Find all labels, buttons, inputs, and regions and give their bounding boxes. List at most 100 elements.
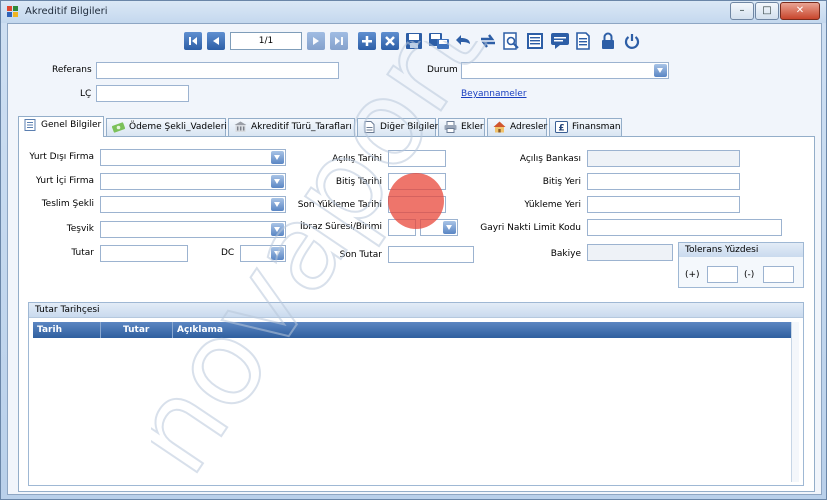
tab-label: Akreditif Türü_Tarafları — [251, 122, 352, 132]
printer-icon — [444, 121, 457, 133]
tutar-tarihcesi-grid: Tutar Tarihçesi Tarih Tutar Açıklama — [28, 302, 804, 486]
building-icon — [234, 121, 247, 132]
comments-icon[interactable] — [550, 32, 570, 50]
acilis-bankasi-label: Açılış Bankası — [519, 154, 581, 164]
last-record-button[interactable] — [330, 32, 348, 50]
tutar-label: Tutar — [71, 248, 94, 258]
page-icon — [364, 121, 375, 133]
document-icon — [24, 119, 36, 131]
grid-vertical-scrollbar[interactable] — [791, 322, 799, 482]
refresh-icon[interactable] — [479, 32, 497, 50]
close-button[interactable]: ✕ — [780, 2, 820, 20]
title-bar[interactable]: Akreditif Bilgileri – □ ✕ — [1, 1, 826, 23]
add-button[interactable] — [358, 32, 376, 50]
tab-label: Finansman — [572, 122, 621, 132]
tab-label: Ekler — [461, 122, 484, 132]
tolerans-minus-input[interactable] — [763, 266, 794, 283]
tab-diger-bilgiler[interactable]: Diğer Bilgiler — [357, 118, 439, 136]
record-pager-input[interactable]: 1/1 — [230, 32, 302, 50]
tab-odeme-sekli-vadeleri[interactable]: Ödeme Şekli_Vadeleri — [106, 118, 227, 136]
pound-icon: £ — [555, 121, 568, 133]
tab-label: Genel Bilgiler — [41, 120, 102, 130]
son-tutar-label: Son Tutar — [339, 250, 382, 260]
save-as-icon[interactable] — [428, 32, 450, 50]
tutar-tarihcesi-title: Tutar Tarihçesi — [29, 303, 803, 318]
tesvik-select[interactable] — [100, 221, 286, 238]
first-record-icon — [189, 37, 197, 45]
yurt-disi-firma-label: Yurt Dışı Firma — [29, 152, 94, 162]
lc-input[interactable] — [96, 85, 189, 102]
bitis-yeri-input[interactable] — [587, 173, 740, 190]
chevron-down-icon[interactable] — [271, 198, 284, 211]
tolerans-plus-input[interactable] — [707, 266, 738, 283]
next-record-button[interactable] — [307, 32, 325, 50]
house-icon — [493, 121, 506, 133]
lock-icon[interactable] — [599, 32, 617, 50]
acilis-tarihi-input[interactable] — [388, 150, 446, 167]
save-icon[interactable] — [405, 32, 423, 50]
teslim-sekli-label: Teslim Şekli — [41, 199, 94, 209]
first-record-button[interactable] — [184, 32, 202, 50]
chevron-down-icon[interactable] — [443, 221, 456, 234]
app-icon — [7, 6, 18, 17]
chevron-down-icon[interactable] — [654, 64, 667, 77]
ibraz-suresi-input[interactable] — [388, 219, 416, 236]
yukleme-yeri-input[interactable] — [587, 196, 740, 213]
tab-label: Diğer Bilgiler — [380, 122, 439, 132]
tutar-input[interactable] — [100, 245, 188, 262]
list-report-icon[interactable] — [526, 32, 544, 50]
ibraz-birimi-select[interactable] — [420, 219, 458, 236]
column-tutar[interactable]: Tutar — [101, 322, 173, 338]
chevron-down-icon[interactable] — [271, 175, 284, 188]
bakiye-input[interactable] — [587, 244, 673, 261]
plus-icon — [362, 36, 372, 46]
tab-ekler[interactable]: Ekler — [438, 118, 485, 136]
durum-label: Durum — [427, 65, 458, 75]
cross-icon — [385, 36, 395, 46]
previous-record-button[interactable] — [207, 32, 225, 50]
tab-adresler[interactable]: Adresler — [487, 118, 547, 136]
acilis-bankasi-input[interactable] — [587, 150, 740, 167]
column-aciklama[interactable]: Açıklama — [173, 322, 799, 338]
son-yukleme-tarihi-input[interactable] — [388, 196, 446, 213]
svg-text:£: £ — [558, 124, 564, 134]
last-record-icon — [335, 37, 343, 45]
form-client-area: 1/1 Referans LÇ Durum Beyannameler Genel… — [7, 23, 822, 495]
chevron-down-icon[interactable] — [271, 247, 284, 260]
yurt-ici-firma-label: Yurt İçi Firma — [35, 176, 94, 186]
column-tarih[interactable]: Tarih — [33, 322, 101, 338]
tolerans-title: Tolerans Yüzdesi — [679, 243, 803, 257]
bitis-tarihi-input[interactable] — [388, 173, 446, 190]
delete-button[interactable] — [381, 32, 399, 50]
referans-input[interactable] — [96, 62, 339, 79]
tab-finansman[interactable]: £ Finansman — [549, 118, 622, 136]
durum-select[interactable] — [461, 62, 669, 79]
beyannameler-link[interactable]: Beyannameler — [461, 89, 527, 99]
bitis-yeri-label: Bitiş Yeri — [542, 177, 581, 187]
next-record-icon — [313, 37, 319, 45]
chevron-down-icon[interactable] — [271, 223, 284, 236]
dc-select[interactable] — [240, 245, 286, 262]
undo-icon[interactable] — [455, 32, 473, 50]
maximize-button[interactable]: □ — [755, 2, 779, 20]
toolbar: 1/1 — [8, 28, 823, 54]
yurt-ici-firma-select[interactable] — [100, 173, 286, 190]
tab-genel-bilgiler[interactable]: Genel Bilgiler — [18, 116, 104, 137]
referans-label: Referans — [52, 65, 92, 75]
chevron-down-icon[interactable] — [271, 151, 284, 164]
bitis-tarihi-label: Bitiş Tarihi — [335, 177, 382, 187]
lc-label: LÇ — [80, 89, 92, 99]
son-tutar-input[interactable] — [388, 246, 474, 263]
notes-icon[interactable] — [574, 32, 592, 50]
tesvik-label: Teşvik — [66, 224, 94, 234]
power-icon[interactable] — [623, 32, 641, 50]
gayri-nakti-limit-kodu-input[interactable] — [587, 219, 782, 236]
minimize-button[interactable]: – — [730, 2, 754, 20]
tab-akreditif-turu-taraflari[interactable]: Akreditif Türü_Tarafları — [228, 118, 355, 136]
grid-header-row: Tarih Tutar Açıklama — [33, 322, 799, 338]
tolerans-minus-label: (-) — [744, 270, 755, 280]
teslim-sekli-select[interactable] — [100, 196, 286, 213]
search-document-icon[interactable] — [502, 32, 520, 50]
yurt-disi-firma-select[interactable] — [100, 149, 286, 166]
son-yukleme-tarihi-label: Son Yükleme Tarihi — [297, 200, 382, 210]
